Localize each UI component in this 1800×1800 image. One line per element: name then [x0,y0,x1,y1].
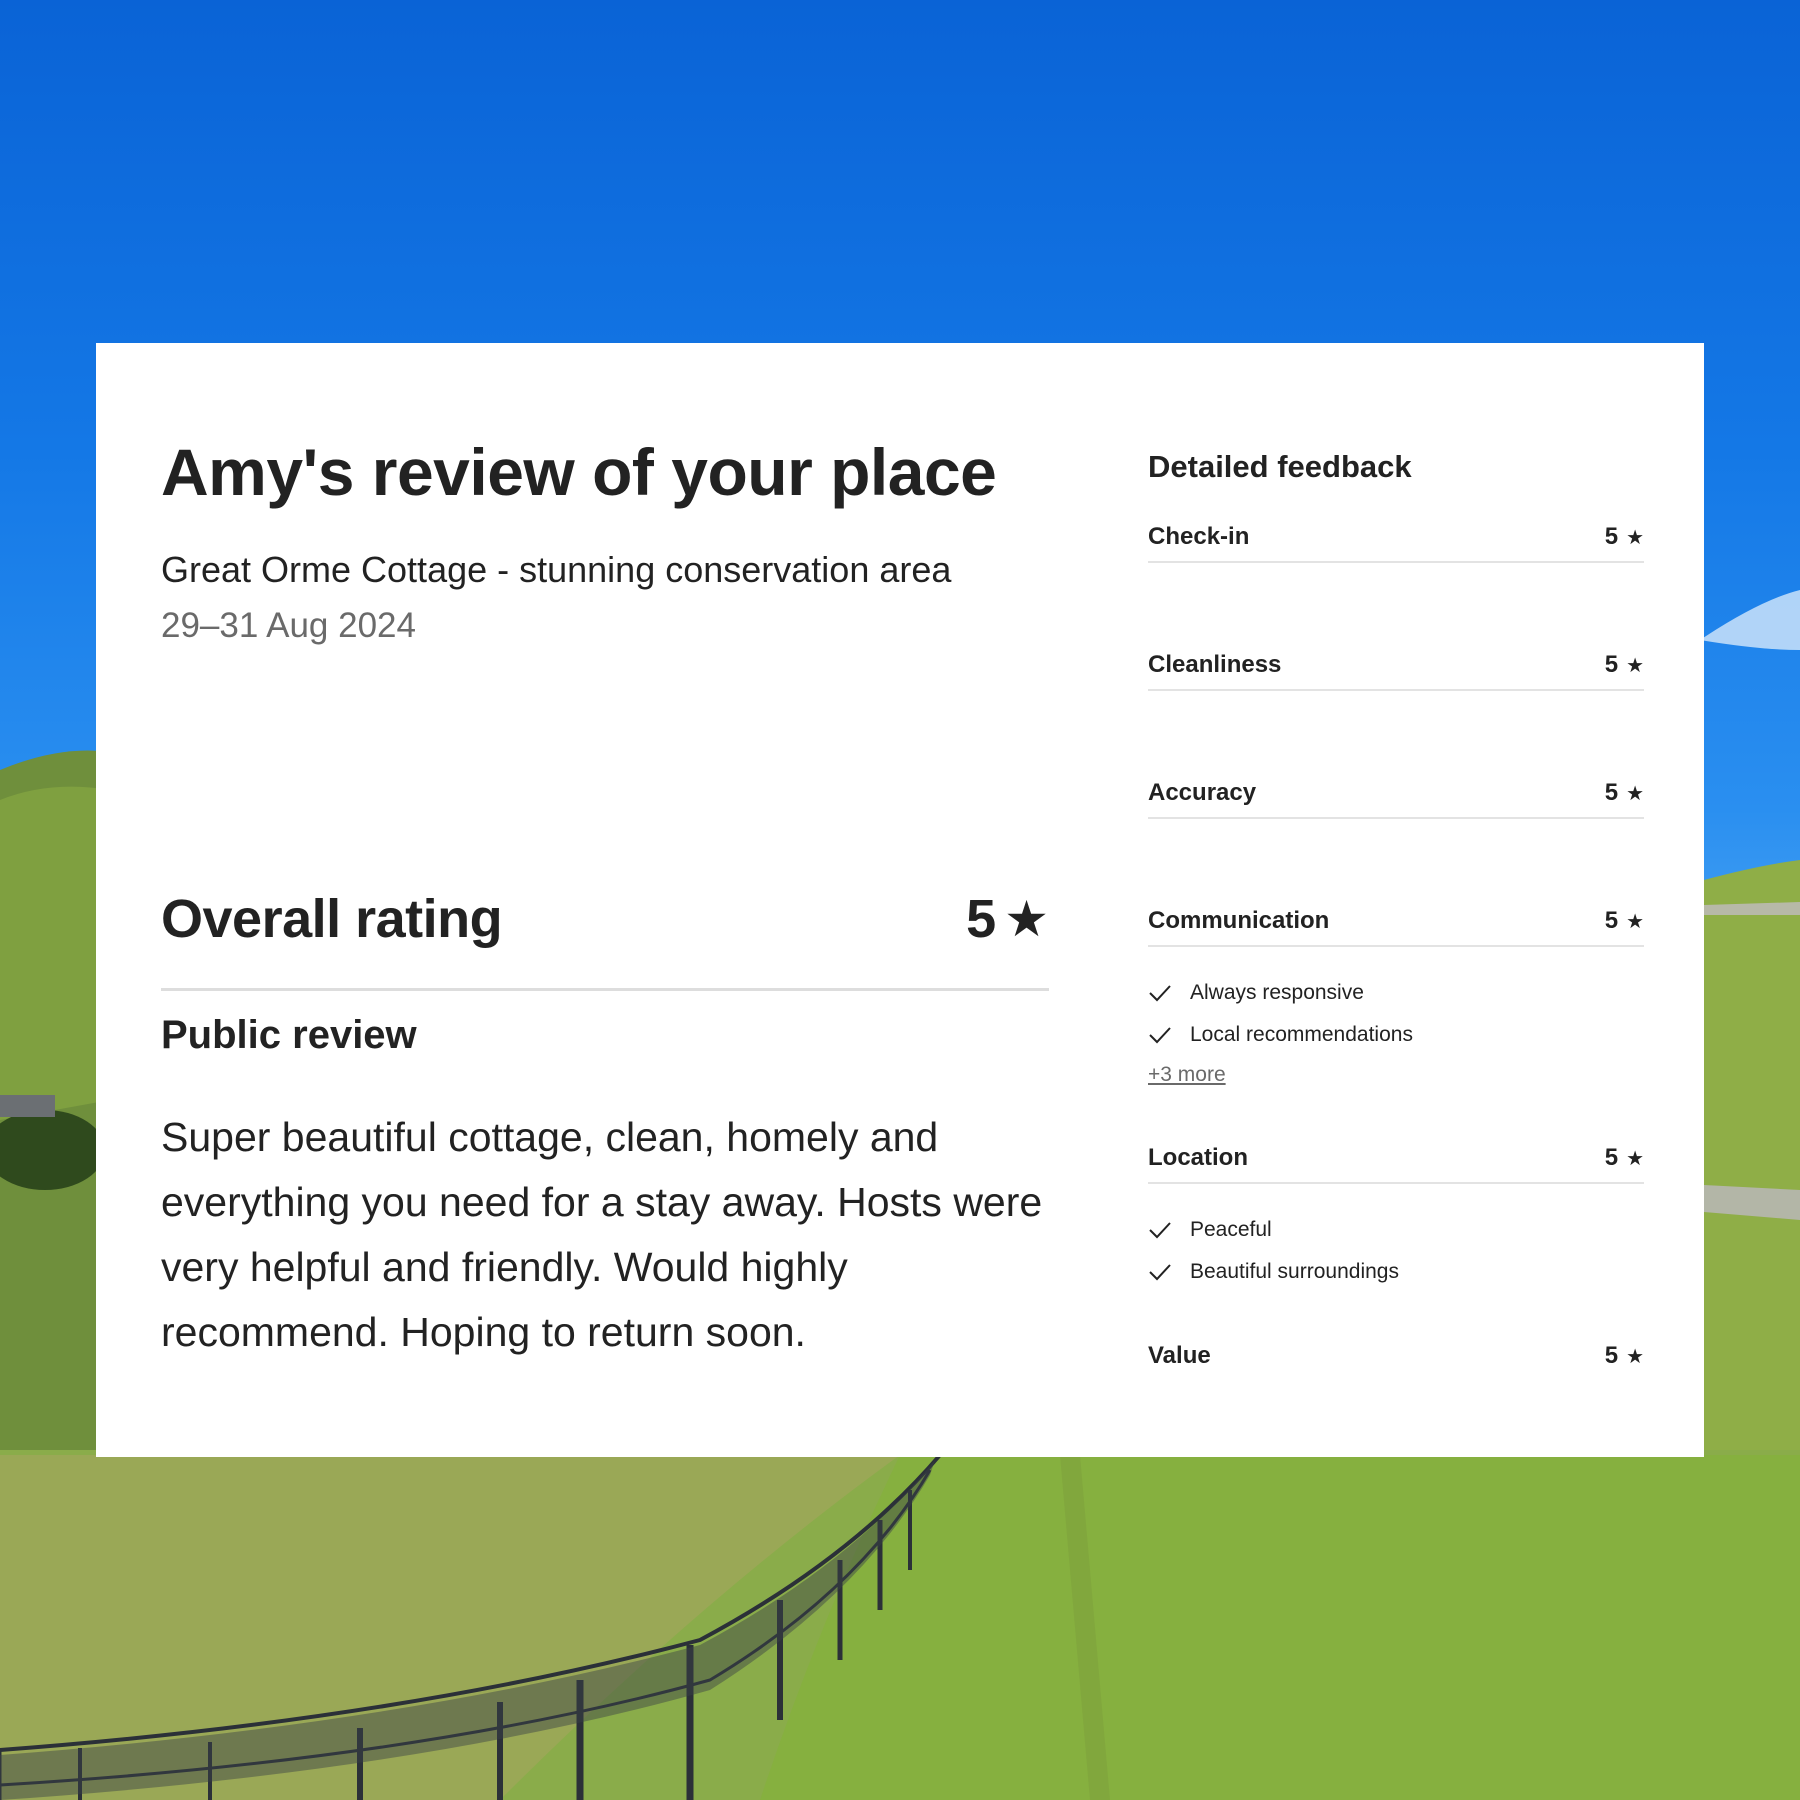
feedback-tag-label: Beautiful surroundings [1190,1260,1399,1283]
review-summary: Amy's review of your place Great Orme Co… [161,433,1049,1355]
detailed-feedback-heading: Detailed feedback [1148,449,1412,484]
overall-rating-row: Overall rating 5 ★ [161,888,1049,991]
score-value: 5 [1604,907,1619,934]
overall-rating-score: 5 [966,889,997,949]
score-value: 5 [1604,523,1619,550]
public-review-text: Super beautiful cottage, clean, homely a… [161,1114,1043,1355]
star-icon: ★ [1626,782,1644,805]
feedback-row-communication: Communication 5 ★ [1148,901,1644,947]
feedback-score: 5 ★ [1605,779,1644,807]
score-value: 5 [1604,651,1619,678]
feedback-row-accuracy: Accuracy 5 ★ [1148,773,1644,819]
check-icon [1149,1222,1171,1239]
overall-rating-label: Overall rating [161,889,503,949]
show-more-link[interactable]: +3 more [1148,1063,1226,1087]
feedback-row-location: Location 5 ★ [1148,1138,1644,1184]
feedback-score: 5 ★ [1605,1342,1644,1370]
feedback-row-value: Value 5 ★ [1148,1336,1644,1380]
feedback-score: 5 ★ [1605,1144,1644,1172]
star-icon: ★ [1626,1345,1644,1368]
page-title: Amy's review of your place [161,435,997,509]
check-icon [1149,985,1171,1002]
feedback-score: 5 ★ [1605,907,1644,935]
score-value: 5 [1604,779,1619,806]
feedback-label: Communication [1148,907,1330,934]
star-icon: ★ [1626,526,1644,549]
stay-dates: 29–31 Aug 2024 [161,606,416,646]
feedback-tag: Peaceful [1148,1218,1272,1242]
review-card: Amy's review of your place Great Orme Co… [96,343,1704,1457]
feedback-label: Value [1148,1342,1211,1369]
score-value: 5 [1604,1144,1619,1171]
star-icon: ★ [1626,1147,1644,1170]
check-icon [1149,1027,1171,1044]
feedback-tag-label: Always responsive [1190,981,1364,1004]
feedback-tag-label: Peaceful [1190,1218,1272,1241]
feedback-score: 5 ★ [1605,523,1644,551]
feedback-label: Cleanliness [1148,651,1282,678]
feedback-tag: Beautiful surroundings [1148,1260,1399,1284]
feedback-tag-label: Local recommendations [1190,1023,1413,1046]
score-value: 5 [1604,1342,1619,1369]
feedback-label: Location [1148,1144,1248,1171]
listing-name: Great Orme Cottage - stunning conservati… [161,549,952,591]
feedback-row-check-in: Check-in 5 ★ [1148,517,1644,563]
feedback-label: Accuracy [1148,779,1257,806]
promo-image: Amy's review of your place Great Orme Co… [0,0,1800,1800]
overall-rating-value: 5 ★ [966,888,1049,950]
star-icon: ★ [1626,654,1644,677]
feedback-row-cleanliness: Cleanliness 5 ★ [1148,645,1644,691]
feedback-tag: Always responsive [1148,981,1364,1005]
star-icon: ★ [1004,891,1049,947]
feedback-label: Check-in [1148,523,1250,550]
star-icon: ★ [1626,910,1644,933]
check-icon [1149,1264,1171,1281]
public-review-heading: Public review [161,1013,417,1057]
feedback-score: 5 ★ [1605,651,1644,679]
detailed-feedback: Detailed feedback Check-in 5 ★ Cleanlines… [1148,449,1644,1369]
feedback-tag: Local recommendations [1148,1023,1413,1047]
